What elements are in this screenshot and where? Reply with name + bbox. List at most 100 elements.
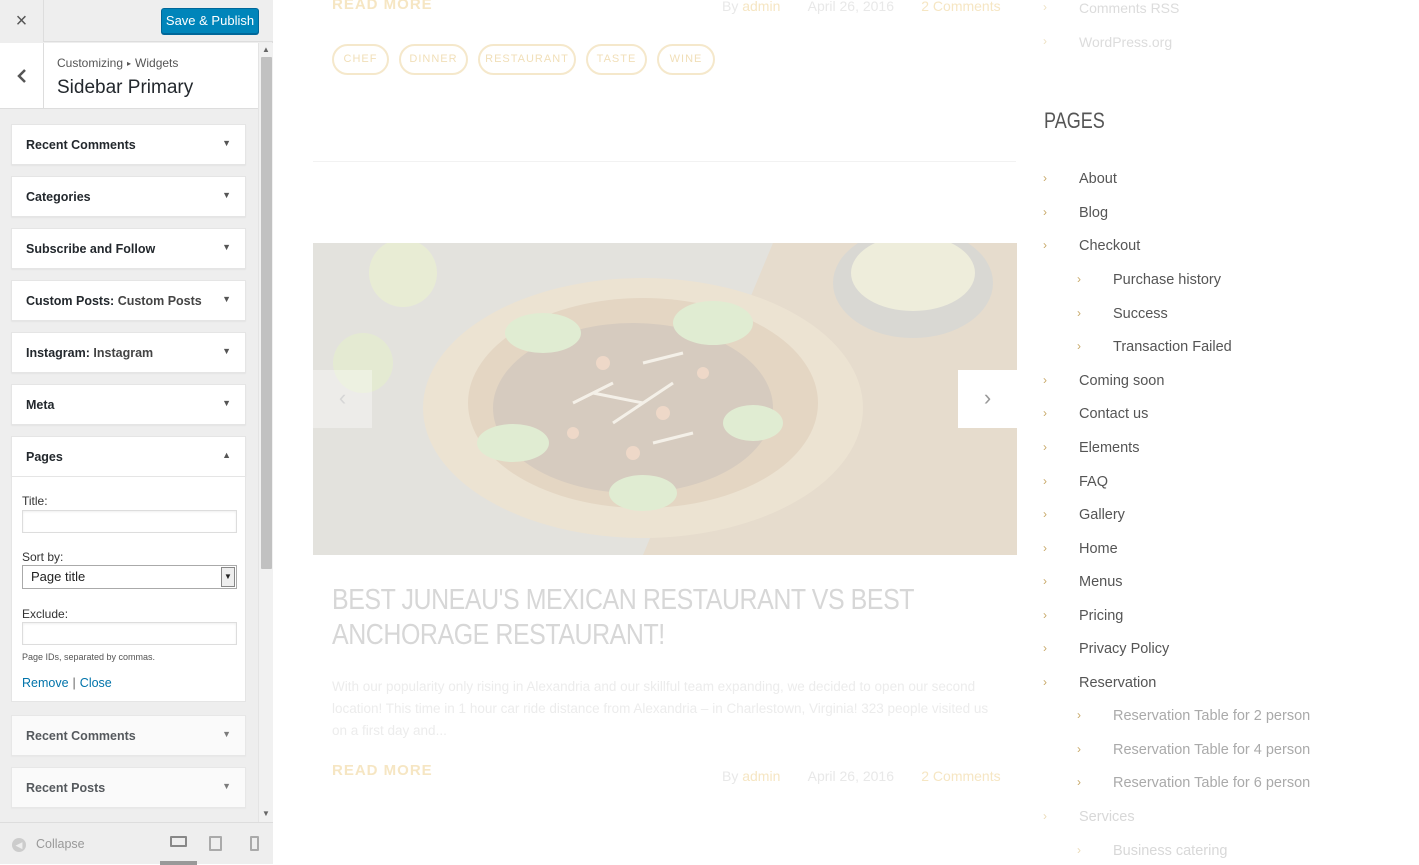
scrollbar-thumb[interactable] <box>261 57 272 569</box>
chevron-right-icon: › <box>1077 843 1081 857</box>
meta-comments-link[interactable]: 2 Comments <box>921 768 1000 784</box>
page-link-reservation[interactable]: › Reservation <box>1043 675 1156 691</box>
breadcrumb-item: Widgets <box>135 56 179 70</box>
widget-title-text: Recent Posts <box>26 781 106 795</box>
page-link-business-catering[interactable]: › Business catering <box>1077 843 1227 859</box>
widget-title-text: Recent Comments <box>26 138 136 152</box>
meta-by: By <box>722 768 739 784</box>
widget-title-text: Pages <box>26 450 63 464</box>
post-featured-image[interactable] <box>313 243 1017 555</box>
read-more-link[interactable]: READ MORE <box>332 0 433 13</box>
sidebar-link-wordpress-org[interactable]: › WordPress.org <box>1043 34 1173 50</box>
dropdown-arrow-icon[interactable]: ▼ <box>221 567 235 587</box>
page-link-menus[interactable]: › Menus <box>1043 574 1123 590</box>
expand-arrow-icon[interactable]: ▼ <box>222 138 231 148</box>
widget-subtitle: Custom Posts <box>117 294 202 308</box>
page-link-reservation-6[interactable]: › Reservation Table for 6 person <box>1077 775 1311 791</box>
page-label: Reservation Table for 2 person <box>1113 708 1311 724</box>
exclude-input[interactable] <box>22 622 237 645</box>
page-label: Elements <box>1079 440 1140 456</box>
page-label: Transaction Failed <box>1113 339 1232 355</box>
panel-scrollbar[interactable]: ▲ ▼ <box>258 43 273 822</box>
widget-recent-comments[interactable]: Recent Comments ▼ <box>11 124 246 165</box>
widget-instagram[interactable]: Instagram: Instagram ▼ <box>11 332 246 373</box>
widget-subscribe-follow[interactable]: Subscribe and Follow ▼ <box>11 228 246 269</box>
tag-dinner[interactable]: DINNER <box>399 44 468 75</box>
mobile-preview-icon[interactable] <box>250 836 259 851</box>
page-label: Home <box>1079 541 1118 557</box>
page-link-about[interactable]: › About <box>1043 171 1117 187</box>
close-customizer-button[interactable]: × <box>0 0 44 42</box>
page-link-privacy-policy[interactable]: › Privacy Policy <box>1043 641 1169 657</box>
widget-recent-comments-2[interactable]: Recent Comments ▼ <box>11 715 246 756</box>
page-link-home[interactable]: › Home <box>1043 541 1118 557</box>
tag-restaurant[interactable]: RESTAURANT <box>478 44 576 75</box>
sidebar-link-comments-rss[interactable]: › Comments RSS <box>1043 0 1179 16</box>
expand-arrow-icon[interactable]: ▼ <box>222 398 231 408</box>
widget-categories[interactable]: Categories ▼ <box>11 176 246 217</box>
read-more-link[interactable]: READ MORE <box>332 762 433 779</box>
meta-author-link[interactable]: admin <box>742 0 780 14</box>
page-link-faq[interactable]: › FAQ <box>1043 474 1108 490</box>
widget-title-text: Meta <box>26 398 55 412</box>
tag-wine[interactable]: WINE <box>657 44 715 75</box>
page-link-coming-soon[interactable]: › Coming soon <box>1043 373 1165 389</box>
page-link-elements[interactable]: › Elements <box>1043 440 1140 456</box>
expand-arrow-icon[interactable]: ▼ <box>222 294 231 304</box>
page-link-reservation-4[interactable]: › Reservation Table for 4 person <box>1077 742 1310 758</box>
collapse-button[interactable]: ◀ Collapse <box>12 837 85 852</box>
close-link[interactable]: Close <box>80 676 112 690</box>
scroll-up-icon[interactable]: ▲ <box>262 45 270 54</box>
page-label: Success <box>1113 306 1168 322</box>
widget-custom-posts[interactable]: Custom Posts: Custom Posts ▼ <box>11 280 246 321</box>
scroll-down-icon[interactable]: ▼ <box>262 809 270 818</box>
expand-arrow-icon[interactable]: ▼ <box>222 781 231 791</box>
tag-chef[interactable]: CHEF <box>332 44 389 75</box>
slider-next-button[interactable]: › <box>958 370 1017 428</box>
chevron-right-icon: › <box>1043 34 1047 48</box>
sortby-select[interactable]: Page title ▼ <box>22 565 237 589</box>
page-label: Coming soon <box>1079 373 1165 389</box>
post-title-link[interactable]: BEST JUNEAU'S MEXICAN RESTAURANT VS BEST… <box>332 583 1011 653</box>
remove-link[interactable]: Remove <box>22 676 69 690</box>
link-label: WordPress.org <box>1079 34 1173 50</box>
widget-pages[interactable]: Pages ▲ <box>11 436 246 477</box>
page-label: Blog <box>1079 205 1109 221</box>
meta-comments-link[interactable]: 2 Comments <box>921 0 1000 14</box>
page-link-success[interactable]: › Success <box>1077 306 1168 322</box>
expand-arrow-icon[interactable]: ▼ <box>222 190 231 200</box>
expand-arrow-icon[interactable]: ▼ <box>222 346 231 356</box>
back-button[interactable] <box>0 43 44 109</box>
page-link-gallery[interactable]: › Gallery <box>1043 507 1125 523</box>
tablet-preview-icon[interactable] <box>209 836 222 851</box>
page-link-purchase-history[interactable]: › Purchase history <box>1077 272 1221 288</box>
slider-prev-button[interactable]: ‹ <box>313 370 372 428</box>
tag-taste[interactable]: TASTE <box>586 44 647 75</box>
page-link-pricing[interactable]: › Pricing <box>1043 608 1123 624</box>
save-publish-button[interactable]: Save & Publish <box>161 8 259 34</box>
post-meta: By admin April 26, 2016 2 Comments <box>722 0 1001 14</box>
chevron-right-icon: › <box>1043 205 1047 219</box>
meta-author-link[interactable]: admin <box>742 768 780 784</box>
title-input[interactable] <box>22 510 237 533</box>
page-link-checkout[interactable]: › Checkout <box>1043 238 1140 254</box>
chevron-left-icon: ‹ <box>338 385 347 410</box>
page-link-blog[interactable]: › Blog <box>1043 205 1109 221</box>
page-link-transaction-failed[interactable]: › Transaction Failed <box>1077 339 1232 355</box>
widget-title-text: Recent Comments <box>26 729 136 743</box>
chevron-right-icon: › <box>1077 272 1081 286</box>
page-label: Reservation Table for 6 person <box>1113 775 1311 791</box>
site-preview: READ MORE By admin April 26, 2016 2 Comm… <box>274 0 1419 864</box>
widget-recent-posts[interactable]: Recent Posts ▼ <box>11 767 246 808</box>
page-link-contact-us[interactable]: › Contact us <box>1043 406 1148 422</box>
page-label: Menus <box>1079 574 1123 590</box>
expand-arrow-icon[interactable]: ▼ <box>222 729 231 739</box>
desktop-preview-icon[interactable] <box>170 836 187 847</box>
sortby-value: Page title <box>31 569 86 584</box>
page-link-reservation-2[interactable]: › Reservation Table for 2 person <box>1077 708 1311 724</box>
widget-title: Recent Posts <box>26 781 105 795</box>
expand-arrow-icon[interactable]: ▼ <box>222 242 231 252</box>
widget-meta[interactable]: Meta ▼ <box>11 384 246 425</box>
collapse-arrow-icon[interactable]: ▲ <box>222 450 231 460</box>
page-link-services[interactable]: › Services <box>1043 809 1135 825</box>
